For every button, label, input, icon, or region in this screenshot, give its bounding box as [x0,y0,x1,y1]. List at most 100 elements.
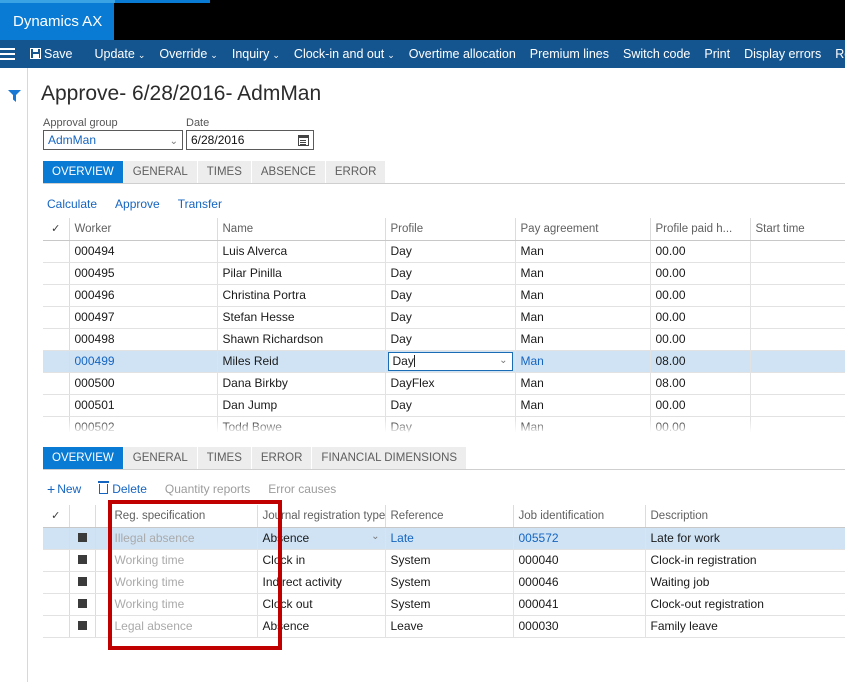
cell-pay-agreement[interactable]: Man [515,416,651,438]
cell-journal-registration-type[interactable]: Clock out [257,593,386,616]
cell-paid-hours[interactable]: 00.00 [650,306,751,329]
cell-worker[interactable]: 000497 [69,306,218,329]
cell-pay-agreement[interactable]: Man [515,328,651,351]
date-input[interactable]: 6/28/2016 [186,130,314,150]
column-header-job-identification[interactable]: Job identification [513,505,646,528]
row-marker-cell[interactable] [69,593,96,616]
cell-paid-hours[interactable]: 08.00 [650,372,751,395]
approve-button[interactable]: Approve [115,197,160,211]
table-row[interactable]: Working time Clock in System 000040 Cloc… [43,549,845,572]
row-select-cell[interactable] [43,527,70,550]
row-marker-cell[interactable] [69,527,96,550]
cell-reference[interactable]: System [385,593,514,616]
tab-times-upper[interactable]: TIMES [197,161,251,183]
table-row-selected[interactable]: 000499 Miles Reid Day ⌄ Man 08.00 [43,350,845,373]
table-row[interactable]: 000497 Stefan Hesse Day Man 00.00 [43,306,845,329]
cell-job-identification[interactable]: 000046 [513,571,646,594]
cell-profile[interactable]: Day [385,328,516,351]
menu-item-premium-lines[interactable]: Premium lines [523,40,616,68]
column-header-description[interactable]: Description [645,505,845,528]
cell-description[interactable]: Waiting job [645,571,845,594]
cell-pay-agreement[interactable]: Man [515,350,651,373]
cell-journal-registration-type[interactable]: Absence [257,615,386,638]
row-select-cell[interactable] [43,372,70,395]
menu-item-display-errors[interactable]: Display errors [737,40,828,68]
cell-reg-specification[interactable]: Working time [109,593,258,616]
cell-paid-hours[interactable]: 00.00 [650,416,751,438]
delete-button[interactable]: Delete [98,481,147,496]
cell-worker[interactable]: 000499 [69,350,218,373]
cell-name[interactable]: Stefan Hesse [217,306,386,329]
calculate-button[interactable]: Calculate [47,197,97,211]
table-row[interactable]: 000500 Dana Birkby DayFlex Man 08.00 [43,372,845,395]
chevron-down-icon[interactable]: ⌄ [371,531,379,542]
cell-start-time[interactable] [750,328,845,351]
menu-item-clock-in-and-out[interactable]: Clock-in and out ⌄ [287,40,402,68]
tab-overview-upper[interactable]: OVERVIEW [43,161,123,183]
tab-error-upper[interactable]: ERROR [325,161,386,183]
cell-name[interactable]: Pilar Pinilla [217,262,386,285]
table-row[interactable]: Working time Clock out System 000041 Clo… [43,593,845,616]
cell-paid-hours[interactable]: 00.00 [650,284,751,307]
row-marker-cell[interactable] [69,615,96,638]
row-select-cell[interactable] [43,593,70,616]
cell-pay-agreement[interactable]: Man [515,262,651,285]
column-header-pay-agreement[interactable]: Pay agreement [515,218,651,241]
cell-journal-registration-type[interactable]: Indirect activity [257,571,386,594]
cell-worker[interactable]: 000495 [69,262,218,285]
cell-profile[interactable]: Day [385,416,516,438]
transfer-button[interactable]: Transfer [178,197,222,211]
cell-paid-hours[interactable]: 08.00 [650,350,751,373]
cell-worker[interactable]: 000501 [69,394,218,417]
cell-reg-specification[interactable]: Illegal absence [109,527,258,550]
column-header-start-time[interactable]: Start time [750,218,845,241]
table-row[interactable]: 000501 Dan Jump Day Man 00.00 [43,394,845,417]
cell-worker[interactable]: 000500 [69,372,218,395]
hamburger-icon[interactable] [0,40,15,68]
tab-error-lower[interactable]: ERROR [251,447,312,469]
select-all-header[interactable]: ✓ [43,218,70,241]
error-causes-button[interactable]: Error causes [268,482,336,496]
cell-job-identification[interactable]: 000041 [513,593,646,616]
menu-item-switch-code[interactable]: Switch code [616,40,697,68]
cell-pay-agreement[interactable]: Man [515,372,651,395]
cell-name[interactable]: Christina Portra [217,284,386,307]
calendar-icon[interactable] [298,135,309,146]
tab-general-upper[interactable]: GENERAL [123,161,197,183]
row-select-cell[interactable] [43,571,70,594]
approval-group-select[interactable]: AdmMan ⌄ [43,130,183,150]
cell-job-identification[interactable]: 000040 [513,549,646,572]
cell-name[interactable]: Dan Jump [217,394,386,417]
cell-reg-specification[interactable]: Working time [109,571,258,594]
cell-name[interactable]: Miles Reid [217,350,386,373]
row-select-cell[interactable] [43,549,70,572]
cell-pay-agreement[interactable]: Man [515,394,651,417]
table-row[interactable]: 000494 Luis Alverca Day Man 00.00 [43,240,845,263]
cell-name[interactable]: Todd Bowe [217,416,386,438]
row-select-cell[interactable] [43,615,70,638]
profile-combobox-editor[interactable]: Day ⌄ [387,352,513,371]
table-row[interactable]: 000502 Todd Bowe Day Man 00.00 [43,416,845,438]
cell-name[interactable]: Dana Birkby [217,372,386,395]
cell-journal-registration-type[interactable]: Clock in [257,549,386,572]
cell-start-time[interactable] [750,262,845,285]
tab-financial-dimensions-lower[interactable]: FINANCIAL DIMENSIONS [312,447,467,469]
cell-start-time[interactable] [750,394,845,417]
cell-reference[interactable]: System [385,549,514,572]
cell-start-time[interactable] [750,240,845,263]
cell-start-time[interactable] [750,372,845,395]
menu-item-save[interactable]: Save [23,40,80,68]
column-header-reg-specification[interactable]: Reg. specification [109,505,258,528]
column-header-reference[interactable]: Reference [385,505,514,528]
cell-worker[interactable]: 000502 [69,416,218,438]
table-row-selected[interactable]: Illegal absence Absence ⌄ Late 005572 Lat… [43,527,845,550]
cell-start-time[interactable] [750,306,845,329]
column-header-journal-registration-type[interactable]: Journal registration type [257,505,386,528]
cell-profile[interactable]: Day [385,262,516,285]
row-select-cell[interactable] [43,284,70,307]
registration-grid[interactable]: ✓ Reg. specification Journal registratio… [43,505,845,665]
new-button[interactable]: + New [47,481,81,497]
select-all-header-lower[interactable]: ✓ [43,505,70,528]
table-row[interactable]: 000496 Christina Portra Day Man 00.00 [43,284,845,307]
row-select-cell[interactable] [43,394,70,417]
